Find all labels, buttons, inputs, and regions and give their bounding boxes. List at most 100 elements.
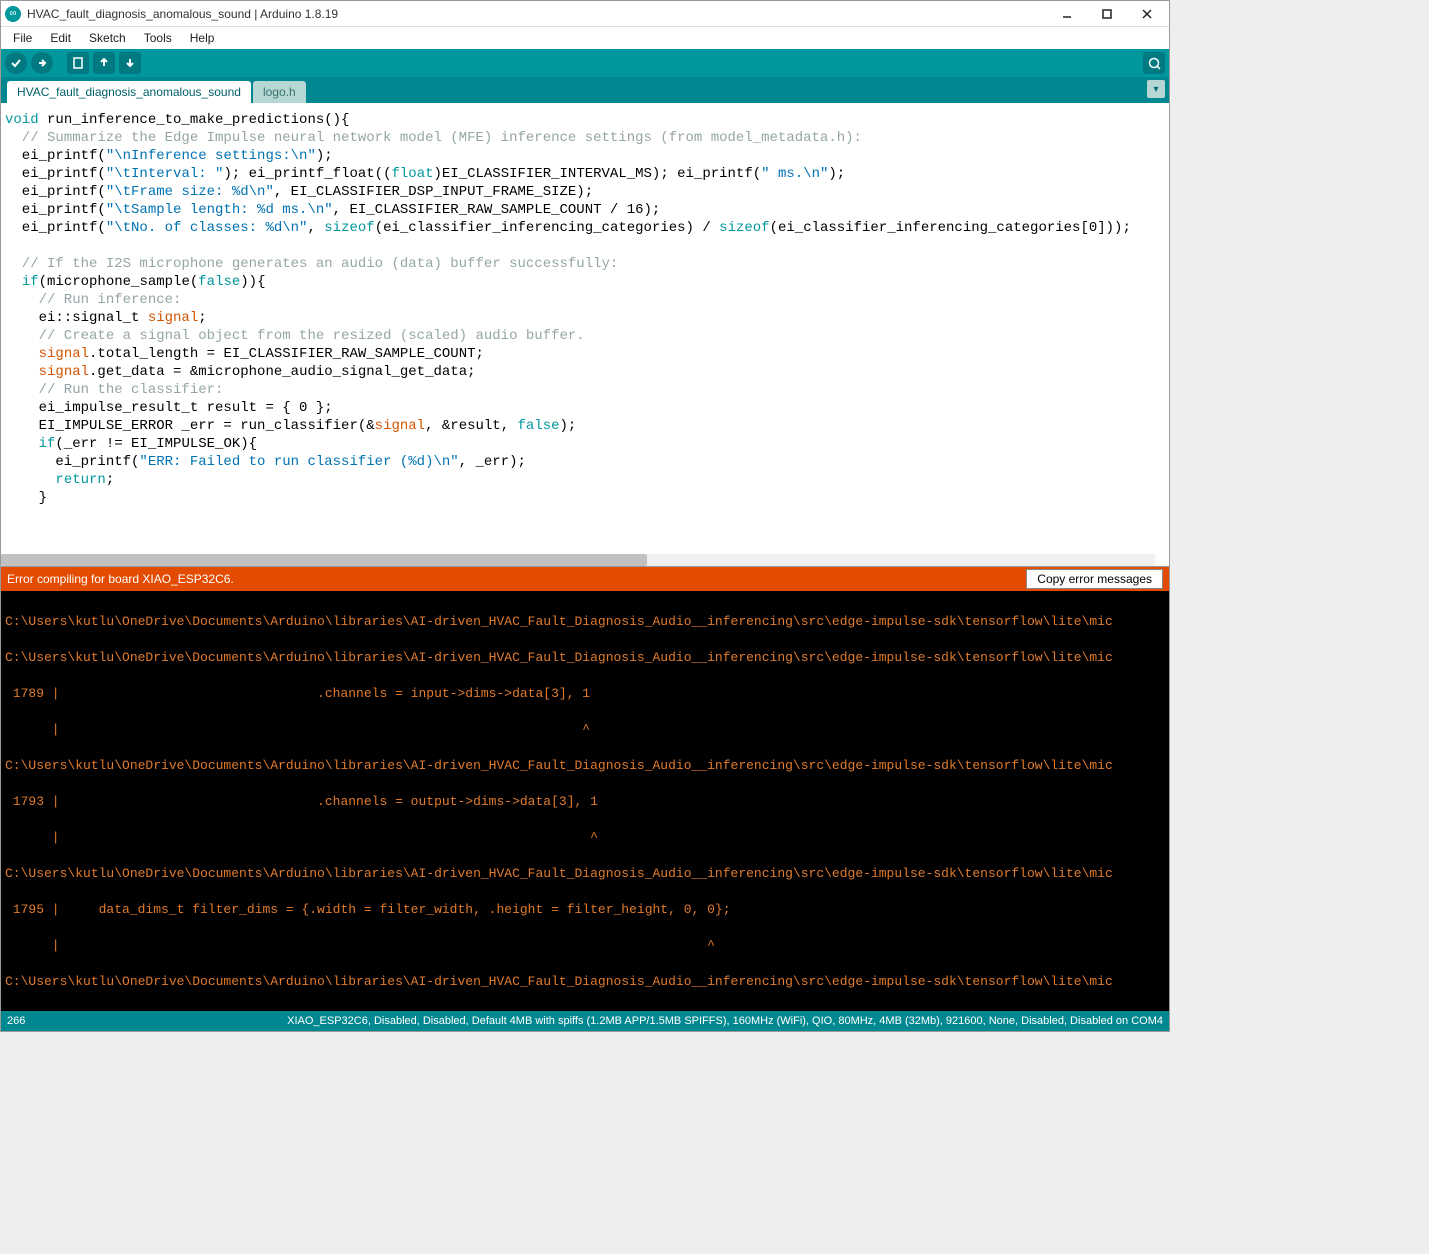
code-token: , EI_CLASSIFIER_RAW_SAMPLE_COUNT / 16); [333, 202, 661, 218]
code-keyword: return [55, 472, 105, 488]
status-line-number: 266 [7, 1015, 67, 1027]
code-token: .total_length = EI_CLASSIFIER_RAW_SAMPLE… [89, 346, 484, 362]
code-comment: // If the I2S microphone generates an au… [5, 256, 618, 272]
code-ident: signal [148, 310, 198, 326]
code-blank [5, 508, 13, 524]
error-message: Error compiling for board XIAO_ESP32C6. [7, 572, 1026, 586]
code-content[interactable]: void run_inference_to_make_predictions()… [1, 103, 1169, 566]
code-token: ei_impulse_result_t result = { 0 }; [5, 400, 333, 416]
output-console[interactable]: C:\Users\kutlu\OneDrive\Documents\Arduin… [1, 591, 1169, 1011]
code-token [5, 472, 55, 488]
code-comment: // Summarize the Edge Impulse neural net… [5, 130, 862, 146]
open-button[interactable] [93, 52, 115, 74]
window-controls [1049, 4, 1165, 24]
menu-edit[interactable]: Edit [42, 29, 79, 47]
code-token: ); [560, 418, 577, 434]
code-token: ei::signal_t [5, 310, 148, 326]
save-button[interactable] [119, 52, 141, 74]
code-token: , EI_CLASSIFIER_DSP_INPUT_FRAME_SIZE); [274, 184, 593, 200]
code-token: ei_printf( [5, 220, 106, 236]
scrollbar-thumb[interactable] [1, 554, 647, 566]
code-string: "\nInference settings:\n" [106, 148, 316, 164]
status-bar: 266 XIAO_ESP32C6, Disabled, Disabled, De… [1, 1011, 1169, 1031]
window-title: HVAC_fault_diagnosis_anomalous_sound | A… [27, 7, 1049, 21]
maximize-button[interactable] [1089, 4, 1125, 24]
code-token: ei_printf( [5, 454, 139, 470]
minimize-button[interactable] [1049, 4, 1085, 24]
code-token [5, 346, 39, 362]
code-comment: // Run inference: [5, 292, 181, 308]
menu-help[interactable]: Help [182, 29, 223, 47]
copy-error-button[interactable]: Copy error messages [1026, 569, 1163, 589]
new-button[interactable] [67, 52, 89, 74]
code-string: "\tFrame size: %d\n" [106, 184, 274, 200]
code-token: ); [828, 166, 845, 182]
console-line: C:\Users\kutlu\OneDrive\Documents\Arduin… [5, 613, 1165, 631]
code-string: " ms.\n" [761, 166, 828, 182]
tab-main-sketch[interactable]: HVAC_fault_diagnosis_anomalous_sound [7, 81, 251, 103]
code-token: ei_printf( [5, 184, 106, 200]
code-editor[interactable]: void run_inference_to_make_predictions()… [1, 103, 1169, 567]
code-ident: signal [375, 418, 425, 434]
console-line: | ^ [5, 721, 1165, 739]
app-window: ∞ HVAC_fault_diagnosis_anomalous_sound |… [0, 0, 1170, 1032]
menu-file[interactable]: File [5, 29, 40, 47]
editor-horizontal-scrollbar[interactable] [1, 554, 1155, 566]
code-token: , &result, [425, 418, 517, 434]
console-line: 1793 | .channels = output->dims->data[3]… [5, 793, 1165, 811]
code-keyword: if [39, 436, 56, 452]
code-keyword: false [198, 274, 240, 290]
code-token [5, 274, 22, 290]
code-token: ei_printf( [5, 148, 106, 164]
menu-bar: File Edit Sketch Tools Help [1, 27, 1169, 49]
code-ident: signal [39, 364, 89, 380]
code-comment: // Create a signal object from the resiz… [5, 328, 585, 344]
code-token: ei_printf( [5, 166, 106, 182]
code-token: (ei_classifier_inferencing_categories) / [375, 220, 719, 236]
upload-button[interactable] [31, 52, 53, 74]
tab-strip: HVAC_fault_diagnosis_anomalous_sound log… [1, 77, 1169, 103]
verify-button[interactable] [5, 52, 27, 74]
code-keyword: false [518, 418, 560, 434]
code-token: (microphone_sample( [39, 274, 199, 290]
code-ident: signal [39, 346, 89, 362]
code-token [5, 364, 39, 380]
code-comment: // Run the classifier: [5, 382, 223, 398]
console-line: C:\Users\kutlu\OneDrive\Documents\Arduin… [5, 973, 1165, 991]
code-keyword: float [391, 166, 433, 182]
tab-dropdown-icon[interactable] [1147, 80, 1165, 98]
console-line: C:\Users\kutlu\OneDrive\Documents\Arduin… [5, 757, 1165, 775]
code-token: run_inference_to_make_predictions(){ [39, 112, 350, 128]
tab-logo-h[interactable]: logo.h [253, 81, 306, 103]
toolbar [1, 49, 1169, 77]
code-token: EI_IMPULSE_ERROR _err = run_classifier(& [5, 418, 375, 434]
console-line: C:\Users\kutlu\OneDrive\Documents\Arduin… [5, 865, 1165, 883]
code-token: ); ei_printf_float(( [223, 166, 391, 182]
code-token: , [307, 220, 324, 236]
serial-monitor-button[interactable] [1143, 52, 1165, 74]
title-bar: ∞ HVAC_fault_diagnosis_anomalous_sound |… [1, 1, 1169, 27]
code-token: ei_printf( [5, 202, 106, 218]
close-button[interactable] [1129, 4, 1165, 24]
menu-sketch[interactable]: Sketch [81, 29, 134, 47]
code-string: "ERR: Failed to run classifier (%d)\n" [139, 454, 458, 470]
arduino-app-icon: ∞ [5, 6, 21, 22]
status-board-info: XIAO_ESP32C6, Disabled, Disabled, Defaul… [67, 1015, 1163, 1027]
code-token: (_err != EI_IMPULSE_OK){ [55, 436, 257, 452]
code-token: (ei_classifier_inferencing_categories[0]… [770, 220, 1131, 236]
code-blank [5, 238, 13, 254]
code-keyword: sizeof [324, 220, 374, 236]
compile-error-bar: Error compiling for board XIAO_ESP32C6. … [1, 567, 1169, 591]
console-line: 1795 | data_dims_t filter_dims = {.width… [5, 901, 1165, 919]
code-string: "\tSample length: %d ms.\n" [106, 202, 333, 218]
code-token: ; [106, 472, 114, 488]
code-token: )){ [240, 274, 265, 290]
menu-tools[interactable]: Tools [136, 29, 180, 47]
console-line: | ^ [5, 937, 1165, 955]
code-keyword: sizeof [719, 220, 769, 236]
code-string: "\tNo. of classes: %d\n" [106, 220, 308, 236]
code-keyword: if [22, 274, 39, 290]
code-token: ; [198, 310, 206, 326]
code-token: void [5, 112, 39, 128]
code-token: .get_data = &microphone_audio_signal_get… [89, 364, 475, 380]
